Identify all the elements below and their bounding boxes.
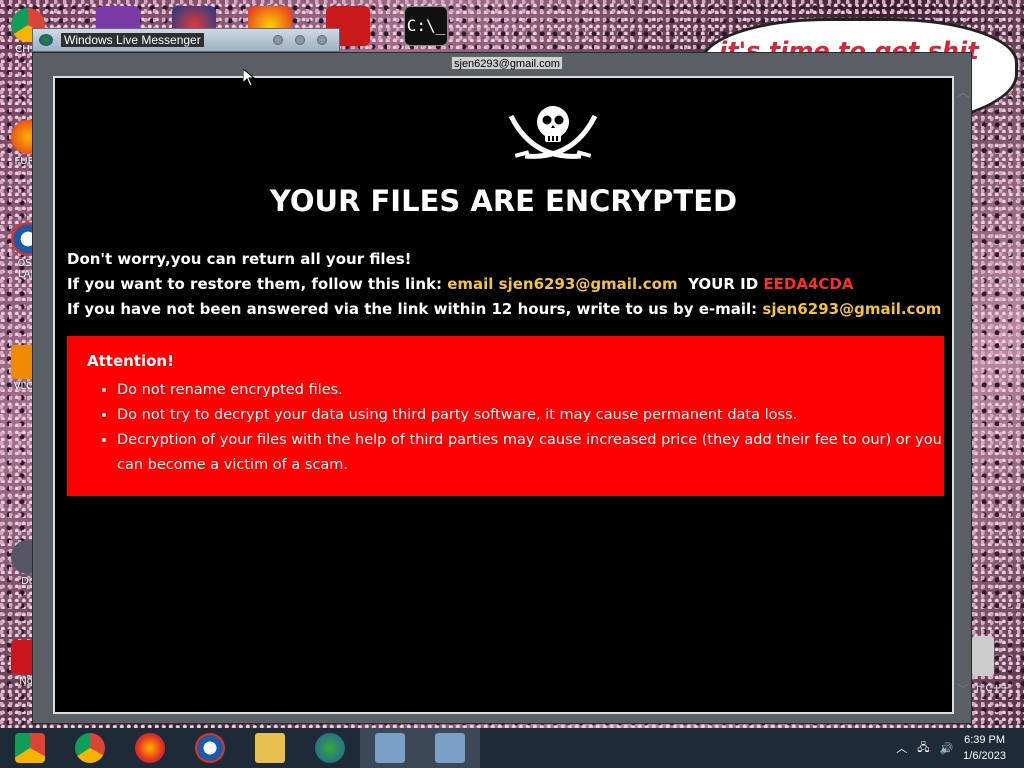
window-title: Windows Live Messenger (61, 33, 204, 47)
attention-box: Attention! Do not rename encrypted files… (67, 336, 944, 496)
installer-icon (435, 733, 465, 763)
list-item: Decryption of your files with the help o… (117, 428, 944, 478)
list-item: Do not try to decrypt your data using th… (117, 403, 944, 428)
taskbar-installer-button[interactable] (360, 728, 420, 768)
minimize-button[interactable] (273, 35, 283, 45)
network-icon[interactable]: 🖧 (917, 739, 929, 758)
installer-icon (375, 733, 405, 763)
taskbar-explorer-button[interactable] (240, 728, 300, 768)
attention-title: Attention! (87, 352, 174, 370)
system-tray: ︿ 🖧 🔊 6:39 PM 1/6/2023 (896, 732, 1024, 764)
maximize-button[interactable] (295, 35, 305, 45)
list-item: Do not rename encrypted files. (117, 378, 944, 403)
clock-date: 1/6/2023 (963, 750, 1006, 762)
scroll-up-arrow-icon[interactable]: ︿ (956, 82, 1019, 102)
chromium-icon (15, 733, 45, 763)
contact-email: sjen6293@gmail.com (451, 56, 563, 70)
firefox-icon (135, 733, 165, 763)
taskbar-app-button[interactable] (0, 728, 60, 768)
clock[interactable]: 6:39 PM 1/6/2023 (963, 732, 1006, 764)
ransom-note-panel: YOUR FILES ARE ENCRYPTED Don't worry,you… (53, 76, 954, 714)
mouse-cursor-icon (243, 69, 255, 87)
tray-chevron-up-icon[interactable]: ︿ (896, 740, 907, 756)
close-button[interactable] (317, 35, 327, 45)
skull-crossbones-icon (508, 106, 598, 159)
clock-time: 6:39 PM (964, 734, 1006, 746)
victim-id: EEDA4CDA (763, 275, 854, 293)
folder-icon (255, 733, 285, 763)
ransom-line-2: If you want to restore them, follow this… (67, 275, 853, 293)
fallback-email-link[interactable]: sjen6293@gmail.com (762, 300, 941, 318)
ransom-line-1: Don't worry,you can return all your file… (67, 250, 412, 268)
obama-logo-icon (195, 733, 225, 763)
scroll-down-arrow-icon[interactable]: ﹀ (956, 680, 1019, 700)
chrome-icon (75, 733, 105, 763)
taskbar-chrome-button[interactable] (60, 728, 120, 768)
ransom-line-3: If you have not been answered via the li… (67, 300, 941, 318)
recycle-bin-icon[interactable] (972, 636, 994, 676)
messenger-icon (315, 733, 345, 763)
messenger-title-bar[interactable]: Windows Live Messenger (32, 28, 340, 52)
restore-text: If you want to restore them, follow this… (67, 275, 442, 293)
messenger-icon (39, 34, 53, 46)
ransom-headline: YOUR FILES ARE ENCRYPTED (269, 184, 738, 218)
taskbar-obama-button[interactable] (180, 728, 240, 768)
taskbar-installer-button-2[interactable] (420, 728, 480, 768)
volume-icon[interactable]: 🔊 (939, 742, 953, 755)
your-id-label: YOUR ID (688, 275, 759, 293)
restore-email-link[interactable]: email sjen6293@gmail.com (447, 275, 677, 293)
taskbar-messenger-button[interactable] (300, 728, 360, 768)
attention-list: Do not rename encrypted files. Do not tr… (87, 378, 944, 478)
cmd-icon[interactable]: C:\_ (404, 6, 448, 46)
taskbar-firefox-button[interactable] (120, 728, 180, 768)
taskbar: ︿ 🖧 🔊 6:39 PM 1/6/2023 (0, 728, 1024, 768)
fallback-text: If you have not been answered via the li… (67, 300, 758, 318)
